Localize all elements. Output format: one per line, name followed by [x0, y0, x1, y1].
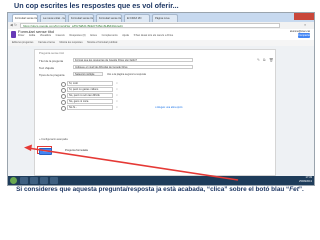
arrow-head-icon: [24, 144, 32, 151]
caption-emphasis: Fet: [289, 186, 299, 193]
caption-text: Si consideres que aquesta pregunta/respo…: [16, 186, 290, 193]
caption: Si consideres que aquesta pregunta/respo…: [0, 186, 320, 193]
arrow-line: [27, 147, 239, 181]
caption-end: ”.: [298, 186, 304, 193]
pointer-arrow: [24, 144, 239, 181]
